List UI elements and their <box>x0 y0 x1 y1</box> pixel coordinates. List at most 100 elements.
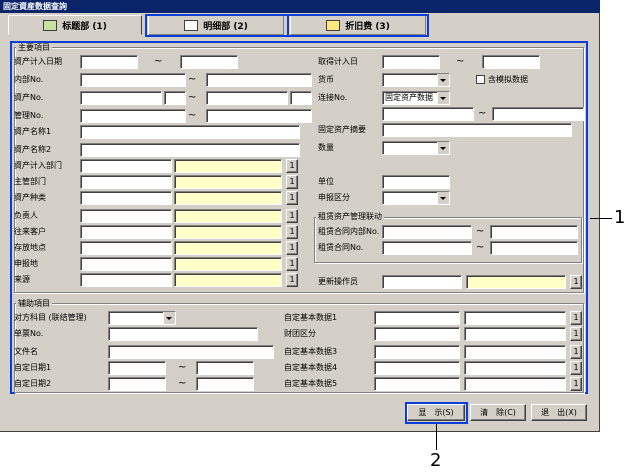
custom-basic5-label: 自定基本数据5 <box>284 379 338 388</box>
acquire-date-to-input[interactable] <box>482 55 540 69</box>
quantity-select[interactable] <box>382 141 450 155</box>
custom-date2-from-input[interactable] <box>108 377 166 391</box>
lease-no-to-input[interactable] <box>490 241 578 255</box>
chevron-down-icon <box>166 317 172 320</box>
custom-basic5-to-input[interactable] <box>464 377 566 391</box>
custom-date1-tilde: ~ <box>178 362 187 373</box>
owner-dept-lookup-button[interactable]: 1 <box>286 175 298 189</box>
source-code-input[interactable] <box>80 273 172 287</box>
custom-basic1-to-input[interactable] <box>464 311 566 325</box>
source-lookup-button[interactable]: 1 <box>286 273 298 287</box>
file-name-label: 文件名 <box>14 347 38 356</box>
main-group-title: 主要項目 <box>16 43 52 53</box>
tab-highlight-divider <box>287 14 289 37</box>
tab-header[interactable]: 标题部 (1) <box>8 15 142 35</box>
asset-no-to-sub-input[interactable] <box>290 91 312 105</box>
lease-dept-no-tilde: ~ <box>476 226 485 237</box>
asset-summary-input[interactable] <box>382 123 572 137</box>
custom-basic3-from-input[interactable] <box>374 345 460 359</box>
lease-dept-no-to-input[interactable] <box>490 225 578 239</box>
lease-no-from-input[interactable] <box>382 241 472 255</box>
display-highlight <box>405 402 468 424</box>
fund-class-from-input[interactable] <box>374 327 460 341</box>
custom-basic3-lookup-button[interactable]: 1 <box>570 345 582 359</box>
asset-type-name-input <box>174 191 282 205</box>
dept-no-tilde: ~ <box>188 74 197 85</box>
report-place-label: 申报地 <box>14 259 38 268</box>
asset-no-from-input[interactable] <box>80 91 162 105</box>
link-no-from-input[interactable] <box>382 107 474 121</box>
custom-basic1-label: 自定基本数据1 <box>284 313 338 322</box>
window-title: 固定資産数据查詢 <box>0 0 600 13</box>
exit-button[interactable]: 退 出(X) <box>531 404 587 421</box>
custom-basic1-lookup-button[interactable]: 1 <box>570 311 582 325</box>
report-place-name-input <box>174 257 282 271</box>
dept-no-to-input[interactable] <box>206 73 312 87</box>
asset-date-tilde: ~ <box>154 56 163 67</box>
fund-class-lookup-button[interactable]: 1 <box>570 327 582 341</box>
acquire-date-from-input[interactable] <box>382 55 440 69</box>
manager-code-input[interactable] <box>80 209 172 223</box>
file-name-input[interactable] <box>108 345 274 359</box>
asset-dept-code-input[interactable] <box>80 159 172 173</box>
asset-summary-label: 固定资产摘要 <box>318 125 366 134</box>
asset-type-lookup-button[interactable]: 1 <box>286 191 298 205</box>
source-label: 来源 <box>14 275 30 284</box>
asset-name1-input[interactable] <box>80 125 300 139</box>
custom-basic4-to-input[interactable] <box>464 361 566 375</box>
manager-lookup-button[interactable]: 1 <box>286 209 298 223</box>
asset-no-to-input[interactable] <box>206 91 288 105</box>
mgmt-no-to-input[interactable] <box>206 109 312 123</box>
chevron-down-icon <box>440 197 446 200</box>
custom-basic4-from-input[interactable] <box>374 361 460 375</box>
location-code-input[interactable] <box>80 241 172 255</box>
custom-basic5-lookup-button[interactable]: 1 <box>570 377 582 391</box>
custom-date1-from-input[interactable] <box>108 361 166 375</box>
dept-no-from-input[interactable] <box>80 73 186 87</box>
custom-basic5-from-input[interactable] <box>374 377 460 391</box>
owner-dept-label: 主管部门 <box>14 177 46 186</box>
include-mock-checkbox[interactable] <box>476 75 485 84</box>
asset-dept-lookup-button[interactable]: 1 <box>286 159 298 173</box>
updater-lookup-button[interactable]: 1 <box>570 275 582 289</box>
location-lookup-button[interactable]: 1 <box>286 241 298 255</box>
lease-group-title: 租赁资产管理联动 <box>316 212 384 222</box>
report-place-code-input[interactable] <box>80 257 172 271</box>
customer-lookup-button[interactable]: 1 <box>286 225 298 239</box>
asset-type-code-input[interactable] <box>80 191 172 205</box>
unit-input[interactable] <box>382 175 450 189</box>
owner-dept-code-input[interactable] <box>80 175 172 189</box>
asset-no-label: 資产No. <box>14 93 44 102</box>
counter-subject-select[interactable] <box>108 311 176 325</box>
custom-date2-to-input[interactable] <box>196 377 254 391</box>
custom-basic3-to-input[interactable] <box>464 345 566 359</box>
link-no-to-input[interactable] <box>492 107 584 121</box>
fund-class-label: 财团区分 <box>284 329 316 338</box>
currency-select[interactable] <box>382 73 450 87</box>
asset-name2-input[interactable] <box>80 143 300 157</box>
mgmt-no-from-input[interactable] <box>80 109 186 123</box>
asset-date-from-input[interactable] <box>80 55 138 69</box>
updater-code-input[interactable] <box>382 275 462 289</box>
customer-code-input[interactable] <box>80 225 172 239</box>
callout-2-line <box>436 424 437 450</box>
link-no-select[interactable]: 固定资产数据 <box>382 91 450 105</box>
report-class-select[interactable] <box>382 191 450 205</box>
lease-no-label: 租赁合同No. <box>318 243 364 252</box>
asset-date-to-input[interactable] <box>180 55 238 69</box>
fund-class-to-input[interactable] <box>464 327 566 341</box>
link-no-tilde: ~ <box>478 108 487 119</box>
custom-date1-to-input[interactable] <box>196 361 254 375</box>
callout-1-line <box>590 218 612 219</box>
tab-header-label: 标题部 (1) <box>62 21 107 32</box>
custom-basic4-lookup-button[interactable]: 1 <box>570 361 582 375</box>
custom-basic1-from-input[interactable] <box>374 311 460 325</box>
clear-button[interactable]: 清 除(C) <box>470 404 526 421</box>
currency-label: 货币 <box>318 75 334 84</box>
asset-dept-name-input <box>174 159 282 173</box>
report-place-lookup-button[interactable]: 1 <box>286 257 298 271</box>
slip-no-input[interactable] <box>108 327 258 341</box>
lease-dept-no-from-input[interactable] <box>382 225 472 239</box>
updater-label: 更新操作员 <box>318 277 358 286</box>
asset-no-from-sub-input[interactable] <box>164 91 186 105</box>
